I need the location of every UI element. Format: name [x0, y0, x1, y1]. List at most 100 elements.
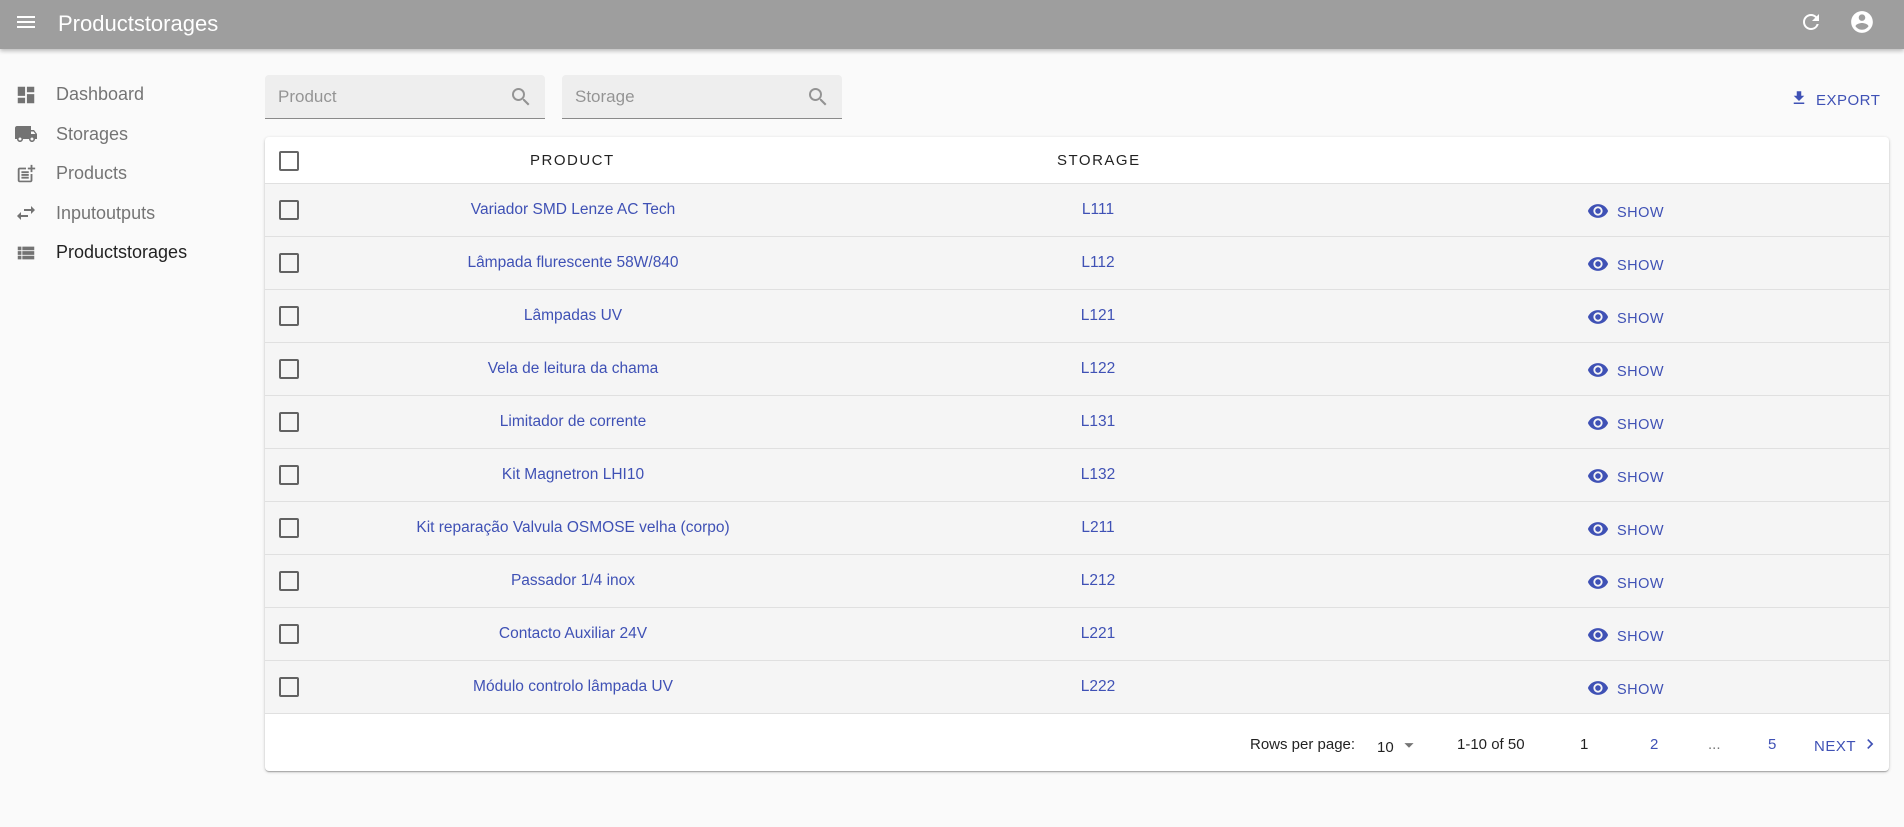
menu-button[interactable] — [12, 10, 40, 38]
next-page-button[interactable]: NEXT — [1814, 734, 1880, 758]
storage-link[interactable]: L121 — [1081, 307, 1115, 325]
app-bar: Productstorages — [0, 0, 1904, 49]
show-label: SHOW — [1617, 258, 1665, 274]
storage-link[interactable]: L122 — [1081, 360, 1115, 378]
show-label: SHOW — [1617, 364, 1665, 380]
sidebar-item-dashboard[interactable]: Dashboard — [0, 75, 240, 115]
row-checkbox[interactable] — [279, 677, 299, 697]
rows-per-page-select[interactable]: 10 — [1377, 734, 1420, 760]
sidebar-item-label: Inputoutputs — [56, 202, 156, 223]
page-title: Productstorages — [58, 11, 219, 36]
view-list-icon — [14, 241, 38, 265]
show-button[interactable]: SHOW — [1587, 412, 1664, 438]
table-row[interactable]: Limitador de corrente L131 SHOW — [265, 396, 1889, 449]
row-checkbox[interactable] — [279, 465, 299, 485]
product-link[interactable]: Passador 1/4 inox — [511, 572, 635, 590]
product-link[interactable]: Variador SMD Lenze AC Tech — [471, 201, 675, 219]
eye-icon — [1587, 465, 1617, 491]
storage-link[interactable]: L132 — [1081, 466, 1115, 484]
storage-link[interactable]: L211 — [1081, 519, 1114, 537]
show-button[interactable]: SHOW — [1587, 306, 1664, 332]
storage-search-input[interactable] — [562, 75, 842, 118]
sidebar-item-label: Products — [56, 163, 128, 184]
table-row[interactable]: Variador SMD Lenze AC Tech L111 SHOW — [265, 184, 1889, 237]
show-label: SHOW — [1617, 682, 1665, 698]
storage-link[interactable]: L221 — [1081, 625, 1115, 643]
column-header-storage[interactable]: STORAGE — [1057, 152, 1141, 169]
row-checkbox[interactable] — [279, 518, 299, 538]
storage-link[interactable]: L111 — [1082, 201, 1114, 219]
export-button[interactable]: EXPORT — [1790, 88, 1880, 112]
post-add-icon — [14, 162, 38, 186]
product-link[interactable]: Lâmpadas UV — [524, 307, 622, 325]
sidebar-item-label: Productstorages — [56, 242, 188, 263]
product-link[interactable]: Vela de leitura da chama — [488, 360, 659, 378]
sidebar-item-storages[interactable]: Storages — [0, 115, 240, 155]
table-row[interactable]: Contacto Auxiliar 24V L221 SHOW — [265, 608, 1889, 661]
product-search-input[interactable] — [265, 75, 545, 118]
dashboard-icon — [14, 83, 38, 107]
table-row[interactable]: Passador 1/4 inox L212 SHOW — [265, 555, 1889, 608]
search-icon — [806, 85, 830, 109]
product-filter — [265, 75, 545, 119]
show-button[interactable]: SHOW — [1587, 200, 1664, 226]
sidebar-item-products[interactable]: Products — [0, 154, 240, 194]
row-checkbox[interactable] — [279, 571, 299, 591]
sidebar: Dashboard Storages Products Inputoutputs… — [0, 75, 240, 273]
eye-icon — [1587, 624, 1617, 650]
product-link[interactable]: Lâmpada flurescente 58W/840 — [467, 254, 678, 272]
show-label: SHOW — [1617, 470, 1665, 486]
row-checkbox[interactable] — [279, 306, 299, 326]
table-header: PRODUCT STORAGE — [265, 137, 1889, 184]
show-button[interactable]: SHOW — [1587, 518, 1664, 544]
show-button[interactable]: SHOW — [1587, 465, 1664, 491]
row-checkbox[interactable] — [279, 253, 299, 273]
column-header-product[interactable]: PRODUCT — [530, 152, 615, 169]
show-button[interactable]: SHOW — [1587, 677, 1664, 703]
table-row[interactable]: Lâmpadas UV L121 SHOW — [265, 290, 1889, 343]
page-button-2[interactable]: 2 — [1650, 736, 1658, 753]
storage-link[interactable]: L112 — [1081, 254, 1114, 272]
account-button[interactable] — [1847, 9, 1877, 39]
storage-link[interactable]: L222 — [1081, 678, 1115, 696]
table-row[interactable]: Vela de leitura da chama L122 SHOW — [265, 343, 1889, 396]
page-button-5[interactable]: 5 — [1768, 736, 1776, 753]
table-row[interactable]: Módulo controlo lâmpada UV L222 SHOW — [265, 661, 1889, 714]
pagination: Rows per page: 10 1-10 of 50 1 2 ... 5 N… — [265, 717, 1889, 771]
sidebar-item-inputoutputs[interactable]: Inputoutputs — [0, 194, 240, 234]
row-checkbox[interactable] — [279, 412, 299, 432]
account-circle-icon — [1849, 9, 1875, 40]
chevron-right-icon — [1856, 734, 1880, 758]
truck-icon — [14, 122, 38, 146]
storage-link[interactable]: L131 — [1081, 413, 1115, 431]
eye-icon — [1587, 571, 1617, 597]
product-link[interactable]: Kit reparação Valvula OSMOSE velha (corp… — [416, 519, 729, 537]
select-all-checkbox[interactable] — [279, 151, 299, 171]
product-link[interactable]: Módulo controlo lâmpada UV — [473, 678, 673, 696]
product-link[interactable]: Contacto Auxiliar 24V — [499, 625, 647, 643]
product-link[interactable]: Kit Magnetron LHI10 — [502, 466, 644, 484]
show-button[interactable]: SHOW — [1587, 359, 1664, 385]
show-button[interactable]: SHOW — [1587, 624, 1664, 650]
show-label: SHOW — [1617, 417, 1665, 433]
show-button[interactable]: SHOW — [1587, 571, 1664, 597]
storage-link[interactable]: L212 — [1081, 572, 1115, 590]
row-checkbox[interactable] — [279, 624, 299, 644]
pagination-ellipsis: ... — [1708, 736, 1721, 753]
product-link[interactable]: Limitador de corrente — [500, 413, 646, 431]
show-label: SHOW — [1617, 311, 1665, 327]
row-checkbox[interactable] — [279, 359, 299, 379]
eye-icon — [1587, 200, 1617, 226]
search-icon — [509, 85, 533, 109]
table-row[interactable]: Kit Magnetron LHI10 L132 SHOW — [265, 449, 1889, 502]
table-row[interactable]: Lâmpada flurescente 58W/840 L112 SHOW — [265, 237, 1889, 290]
refresh-button[interactable] — [1796, 9, 1826, 39]
sidebar-item-productstorages[interactable]: Productstorages — [0, 233, 240, 273]
sidebar-item-label: Storages — [56, 123, 129, 144]
show-button[interactable]: SHOW — [1587, 253, 1664, 279]
eye-icon — [1587, 677, 1617, 703]
row-checkbox[interactable] — [279, 200, 299, 220]
page-button-1[interactable]: 1 — [1580, 736, 1588, 753]
table-row[interactable]: Kit reparação Valvula OSMOSE velha (corp… — [265, 502, 1889, 555]
menu-icon — [14, 10, 38, 39]
